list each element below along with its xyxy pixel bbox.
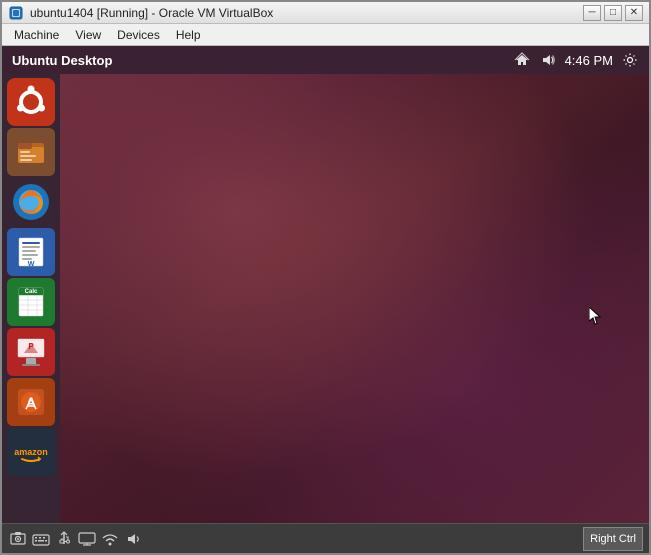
window-title: ubuntu1404 [Running] - Oracle VM Virtual… [30, 6, 583, 20]
virtualbox-icon [8, 5, 24, 21]
maximize-button[interactable]: □ [604, 5, 622, 21]
keyboard-icon[interactable] [31, 529, 51, 549]
ubuntu-home-icon[interactable] [7, 78, 55, 126]
screenshot-icon[interactable] [8, 529, 28, 549]
menu-machine[interactable]: Machine [6, 26, 67, 44]
clock-display[interactable]: 4:46 PM [565, 53, 613, 68]
desktop[interactable] [60, 74, 649, 523]
firefox-icon[interactable] [7, 178, 55, 226]
mouse-cursor [589, 307, 601, 325]
menu-help[interactable]: Help [168, 26, 209, 44]
usb-icon[interactable] [54, 529, 74, 549]
files-icon[interactable] [7, 128, 55, 176]
audio-status-icon[interactable] [123, 529, 143, 549]
status-bar: Right Ctrl [2, 523, 649, 553]
title-bar: ubuntu1404 [Running] - Oracle VM Virtual… [2, 2, 649, 24]
settings-icon[interactable] [621, 51, 639, 69]
virtualbox-window: ubuntu1404 [Running] - Oracle VM Virtual… [0, 0, 651, 555]
ubuntu-desktop-title: Ubuntu Desktop [12, 53, 513, 68]
menu-view[interactable]: View [67, 26, 109, 44]
svg-text:Calc: Calc [25, 289, 38, 295]
minimize-button[interactable]: ─ [583, 5, 601, 21]
svg-text:amazon: amazon [14, 447, 48, 457]
network-status-icon[interactable] [100, 529, 120, 549]
title-bar-controls: ─ □ ✕ [583, 5, 643, 21]
menu-devices[interactable]: Devices [109, 26, 168, 44]
writer-icon[interactable]: W [7, 228, 55, 276]
menu-bar: Machine View Devices Help [2, 24, 649, 46]
volume-icon[interactable] [539, 51, 557, 69]
display-icon[interactable] [77, 529, 97, 549]
launcher-sidebar: W Calc [2, 74, 60, 523]
desktop-background [60, 74, 649, 523]
ubuntu-topbar: Ubuntu Desktop 4:46 PM [2, 46, 649, 74]
status-bar-left [8, 529, 143, 549]
right-ctrl-area[interactable]: Right Ctrl [583, 527, 643, 551]
amazon-icon[interactable]: amazon [7, 428, 55, 476]
appstore-icon[interactable]: A [7, 378, 55, 426]
right-ctrl-label: Right Ctrl [590, 533, 636, 545]
network-icon[interactable] [513, 51, 531, 69]
svg-text:P: P [28, 342, 34, 351]
close-button[interactable]: ✕ [625, 5, 643, 21]
main-area: W Calc [2, 74, 649, 523]
calc-icon[interactable]: Calc [7, 278, 55, 326]
svg-text:W: W [28, 261, 35, 268]
impress-icon[interactable]: P [7, 328, 55, 376]
ubuntu-topbar-right: 4:46 PM [513, 51, 639, 69]
